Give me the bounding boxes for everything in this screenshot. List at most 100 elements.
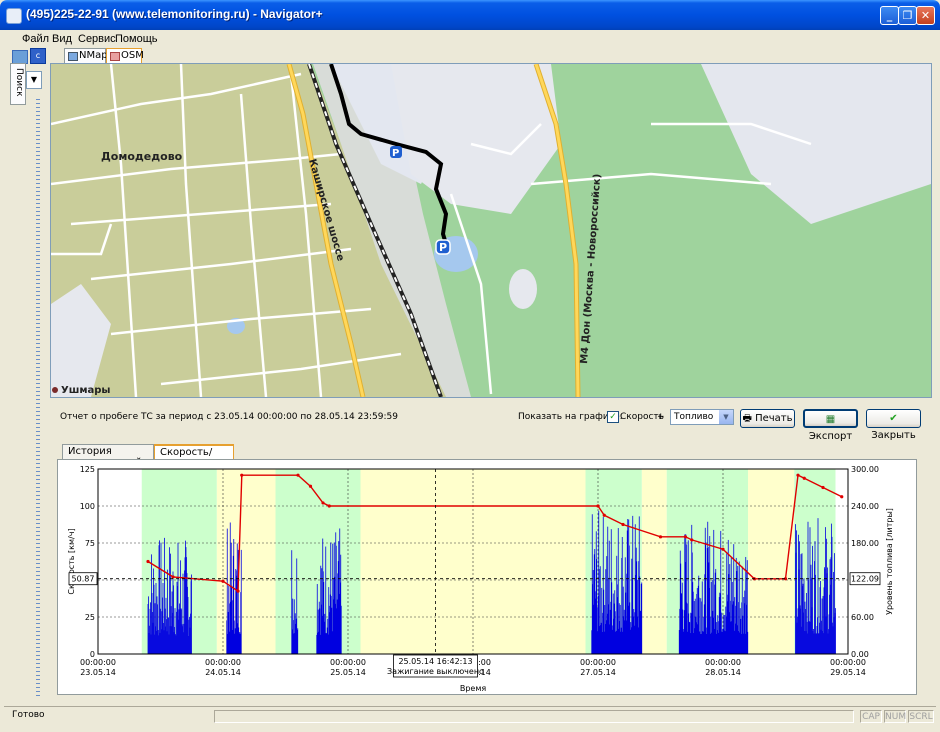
fuel-point — [602, 513, 606, 517]
x-tick-time: 00:00:00 — [580, 658, 616, 667]
x-tick-date: 24.05.14 — [205, 668, 241, 677]
fuel-point — [840, 495, 844, 499]
num-indicator: NUM — [884, 710, 907, 723]
export-button[interactable]: ▦ Экспорт — [803, 409, 858, 442]
report-title: Отчет о пробеге ТС за период с 23.05.14 … — [60, 412, 398, 422]
city-label: Домодедово — [101, 150, 183, 163]
y-left-tick-label: 75 — [85, 539, 95, 548]
y-left-tick-label: 100 — [80, 502, 95, 511]
status-panel — [214, 710, 854, 723]
excel-icon: ▦ — [825, 414, 836, 425]
menu-file[interactable]: Файл — [22, 33, 49, 45]
x-tick-time: 00:00:00 — [330, 658, 366, 667]
tab-osm-label: OSM — [121, 50, 144, 61]
fuel-point — [146, 559, 150, 564]
x-tick-time: 00:00:00 — [705, 658, 741, 667]
fuel-point — [621, 522, 625, 527]
x-tick-date: 25.05.14 — [330, 668, 366, 677]
tab-osm[interactable]: OSM — [106, 48, 144, 63]
y-left-ticks: 1251007550250 — [80, 465, 95, 659]
y-left-tick-label: 125 — [80, 465, 95, 474]
y-right-ticks: 300.00240.00180.00120.0060.000.00 — [851, 465, 879, 659]
tab-speed-fuel[interactable]: Скорость/Топливо — [154, 444, 234, 469]
fuel-select[interactable]: Топливо ▼ — [670, 409, 734, 425]
speed-checkbox[interactable]: ✓ — [607, 411, 619, 423]
close-window-button[interactable]: ✕ — [916, 6, 935, 25]
monitor-icon[interactable] — [12, 50, 28, 64]
map-icon — [68, 52, 78, 61]
y-right-tick-label: 60.00 — [851, 613, 874, 622]
dropdown-button[interactable]: ▼ — [26, 71, 42, 89]
tab-movement-history[interactable]: История перемещений — [62, 444, 154, 468]
ignition-off-zone — [216, 469, 276, 654]
fuel-point — [321, 501, 325, 505]
x-tick-date: 23.05.14 — [80, 668, 116, 677]
cursor-left-value: 50.87 — [72, 575, 95, 584]
tab-nmap[interactable]: NMap — [64, 48, 108, 63]
ignition-off-zone — [641, 469, 667, 654]
print-icon: 🖶 — [742, 413, 752, 424]
cap-indicator: CAP — [860, 710, 882, 723]
close-button-label: Закрыть — [871, 430, 916, 441]
fuel-point — [796, 473, 800, 477]
fuel-select-value: Топливо — [674, 412, 714, 422]
fuel-point — [236, 589, 240, 593]
minimize-button[interactable]: _ — [880, 6, 899, 25]
x-tick-time: 00:00:00 — [80, 658, 116, 667]
x-tick-time: 00:00:00 — [205, 658, 241, 667]
cursor-time-label: 25.05.14 16:42:13 — [398, 657, 472, 666]
x-tick-date: 27.05.14 — [580, 668, 616, 677]
x-tick-time: 00:00:00 — [830, 658, 866, 667]
y-right-axis-label: Уровень топлива [литры] — [885, 508, 894, 615]
parking-marker-1[interactable]: P — [390, 146, 402, 159]
fuel-point — [221, 579, 225, 583]
print-button[interactable]: 🖶 Печать — [740, 409, 795, 428]
fuel-point — [690, 538, 694, 542]
check-icon: ✔ — [889, 413, 898, 424]
chart-panel: 1251007550250300.00240.00180.00120.0060.… — [57, 459, 917, 695]
village-label: Ушмары — [61, 385, 110, 396]
village-marker — [52, 387, 58, 393]
glade — [509, 269, 537, 309]
map-canvas[interactable]: P P Домодедово Каширское шоссе М4 Дон (М… — [51, 64, 931, 397]
maximize-button[interactable]: ❐ — [898, 6, 917, 25]
x-tick-date: 29.05.14 — [830, 668, 866, 677]
x-axis-label: Время — [460, 684, 487, 693]
cursor-right-value: 122.09 — [851, 575, 879, 584]
window-title: (495)225-22-91 (www.telemonitoring.ru) -… — [26, 7, 323, 21]
map-view[interactable]: P P Домодедово Каширское шоссе М4 Дон (М… — [50, 63, 932, 398]
fuel-point — [596, 504, 600, 508]
menu-service[interactable]: Сервис — [78, 33, 116, 45]
gps-icon[interactable]: c — [30, 48, 46, 64]
fuel-point — [721, 547, 725, 551]
fuel-point — [802, 476, 806, 480]
speed-fuel-chart[interactable]: 1251007550250300.00240.00180.00120.0060.… — [58, 460, 916, 694]
tab-search[interactable]: Поиск — [10, 63, 26, 105]
y-right-tick-label: 300.00 — [851, 465, 879, 474]
menu-bar: Файл Вид Сервис Помощь — [4, 30, 936, 48]
export-button-label: Экспорт — [808, 431, 853, 442]
menu-view[interactable]: Вид — [52, 33, 72, 45]
parking-marker-2[interactable]: P — [435, 239, 451, 255]
y-left-tick-label: 25 — [85, 613, 95, 622]
svg-text:P: P — [439, 241, 447, 254]
tab-nmap-label: NMap — [79, 50, 108, 61]
side-panel: c Поиск ▼ — [4, 48, 46, 706]
vertical-splitter[interactable] — [36, 96, 40, 696]
y-right-tick-label: 180.00 — [851, 539, 879, 548]
menu-help[interactable]: Помощь — [115, 33, 158, 45]
status-text: Готово — [12, 710, 45, 720]
print-button-label: Печать — [755, 413, 793, 424]
fuel-point — [327, 504, 331, 508]
close-button[interactable]: ✔ Закрыть — [866, 409, 921, 441]
chevron-down-icon[interactable]: ▼ — [719, 410, 733, 424]
fuel-point — [240, 473, 244, 477]
scrl-indicator: SCRL — [908, 710, 934, 723]
osm-icon — [110, 52, 120, 61]
y-right-tick-label: 240.00 — [851, 502, 879, 511]
svg-text:P: P — [392, 148, 399, 159]
fuel-point — [171, 575, 175, 579]
fuel-point — [308, 484, 313, 488]
fuel-point — [658, 535, 663, 539]
cursor-status-label: Зажигание выключено — [387, 667, 484, 676]
